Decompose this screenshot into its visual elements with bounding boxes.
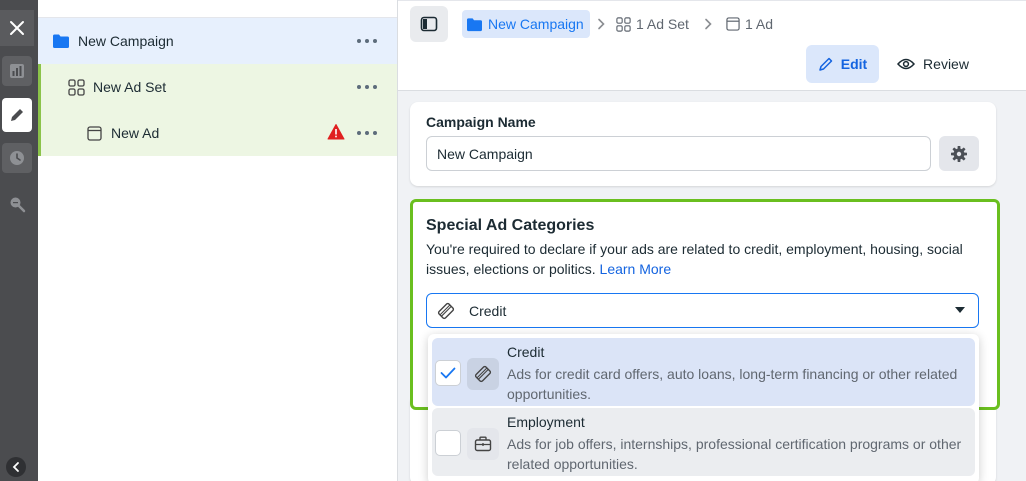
ad-page-icon: [726, 17, 740, 31]
option-description: Ads for job offers, internships, profess…: [507, 436, 962, 472]
breadcrumb-label: New Campaign: [488, 16, 584, 32]
breadcrumb-separator: [703, 10, 718, 38]
breadcrumb-campaign[interactable]: New Campaign: [462, 10, 590, 38]
gear-icon: [951, 145, 967, 162]
campaign-name-card: Campaign Name New Campaign: [410, 102, 996, 186]
warning-icon: [327, 124, 345, 140]
option-checkbox[interactable]: [435, 430, 461, 456]
special-ad-category-dropdown: Credit Ads for credit card offers, auto …: [428, 334, 979, 481]
close-button[interactable]: [0, 10, 34, 46]
edit-label: Edit: [840, 56, 868, 72]
tree-header-divider: [38, 0, 397, 18]
chevron-right-icon: [598, 18, 605, 30]
sidebar-toggle-icon: [420, 16, 438, 32]
credit-card-icon: [435, 300, 457, 322]
option-checkbox[interactable]: [435, 360, 461, 386]
collapse-button[interactable]: [6, 457, 26, 477]
option-title: Employment: [507, 414, 585, 430]
selected-category: Credit: [469, 302, 507, 319]
editor-header: New Campaign 1 Ad Set 1 Ad Edit Review: [398, 0, 1026, 91]
campaign-name-input[interactable]: New Campaign: [426, 136, 931, 171]
option-title: Credit: [507, 344, 545, 360]
pencil-icon: [11, 109, 23, 121]
history-button[interactable]: [2, 143, 32, 173]
more-options-icon[interactable]: [357, 32, 377, 50]
search-zoom-icon: [10, 197, 26, 213]
tree-item-ad[interactable]: New Ad: [38, 110, 397, 156]
header-divider: [398, 0, 1026, 1]
review-label: Review: [923, 56, 969, 72]
close-icon: [10, 21, 24, 35]
tree-item-campaign[interactable]: New Campaign: [38, 18, 397, 64]
description-text: You're required to declare if your ads a…: [426, 241, 963, 277]
special-ad-categories-description: You're required to declare if your ads a…: [426, 239, 986, 279]
eye-icon: [897, 58, 916, 70]
folder-icon: [52, 32, 70, 50]
special-ad-category-select[interactable]: Credit: [426, 293, 979, 328]
tree-item-label: New Campaign: [78, 33, 174, 49]
inspect-button[interactable]: [2, 189, 32, 219]
checkmark-icon: [440, 367, 456, 379]
breadcrumb-label: 1 Ad Set: [636, 16, 689, 32]
more-options-icon[interactable]: [357, 78, 377, 96]
dropdown-option-credit[interactable]: Credit Ads for credit card offers, auto …: [432, 338, 975, 406]
tree-item-label: New Ad: [111, 125, 160, 141]
pencil-icon: [819, 57, 833, 71]
campaign-tree-panel: New Campaign New Ad Set New Ad: [38, 0, 398, 481]
breadcrumb-separator: [596, 10, 611, 38]
breadcrumb-ad[interactable]: 1 Ad: [726, 10, 773, 38]
tree-item-label: New Ad Set: [93, 79, 167, 95]
special-ad-categories-title: Special Ad Categories: [426, 217, 595, 234]
chevron-right-icon: [705, 18, 712, 30]
option-description: Ads for credit card offers, auto loans, …: [507, 366, 958, 402]
clock-icon: [10, 151, 24, 165]
edit-mode-button[interactable]: [2, 98, 32, 132]
breadcrumb-label: 1 Ad: [745, 16, 774, 32]
campaign-settings-button[interactable]: [939, 136, 979, 171]
toggle-sidebar-button[interactable]: [410, 6, 448, 42]
learn-more-link[interactable]: Learn More: [600, 261, 672, 277]
dropdown-option-employment[interactable]: Employment Ads for job offers, internshi…: [432, 408, 975, 476]
bar-chart-icon: [10, 64, 24, 78]
folder-icon: [467, 17, 482, 31]
left-rail: [0, 0, 38, 481]
chevron-left-icon: [12, 462, 19, 472]
tree-item-adset[interactable]: New Ad Set: [38, 64, 397, 110]
caret-down-icon: [955, 307, 965, 313]
briefcase-icon: [467, 428, 499, 460]
ad-set-grid-icon: [67, 78, 85, 96]
campaign-name-value: New Campaign: [437, 145, 533, 162]
ad-page-icon: [85, 124, 103, 142]
campaign-name-label: Campaign Name: [426, 114, 536, 130]
review-mode-tab[interactable]: Review: [890, 45, 976, 83]
breadcrumb-adset[interactable]: 1 Ad Set: [616, 10, 689, 38]
ad-set-grid-icon: [616, 16, 631, 32]
edit-mode-tab[interactable]: Edit: [806, 45, 879, 83]
more-options-icon[interactable]: [357, 124, 377, 142]
performance-button[interactable]: [2, 56, 32, 86]
credit-card-icon: [467, 358, 499, 390]
